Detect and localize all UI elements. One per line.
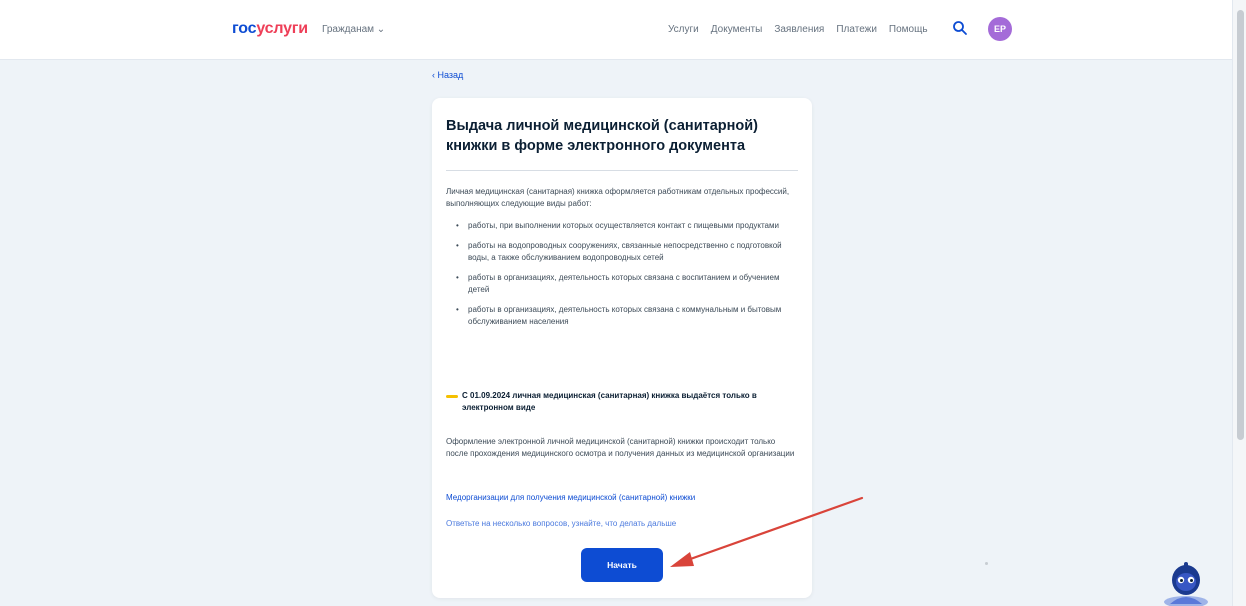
- list-item: работы, при выполнении которых осуществл…: [456, 220, 792, 232]
- main-nav: Услуги Документы Заявления Платежи Помощ…: [668, 24, 928, 35]
- nav-item-applications[interactable]: Заявления: [774, 24, 824, 35]
- info-paragraph: Оформление электронной личной медицинско…: [446, 437, 795, 458]
- intro-text: Личная медицинская (санитарная) книжка о…: [446, 187, 790, 208]
- top-header: госуслуги Гражданам ⌄ Услуги Документы З…: [0, 0, 1232, 60]
- page-scrollbar[interactable]: [1232, 0, 1246, 606]
- page-title: Выдача личной медицинской (санитарной) к…: [446, 118, 758, 154]
- scrollbar-thumb[interactable]: [1237, 10, 1244, 440]
- nav-item-help[interactable]: Помощь: [889, 24, 928, 35]
- annotation-arrow: [670, 496, 864, 567]
- list-item: работы в организациях, деятельность кото…: [456, 272, 792, 296]
- logo-part-gos: гос: [232, 20, 257, 37]
- nav-item-documents[interactable]: Документы: [711, 24, 763, 35]
- logo-part-uslugi: услуги: [256, 20, 308, 37]
- robot-assistant-icon[interactable]: [1160, 560, 1212, 606]
- role-selector[interactable]: Гражданам ⌄: [322, 24, 385, 35]
- search-icon[interactable]: [952, 20, 968, 36]
- start-button[interactable]: Начать: [581, 548, 663, 582]
- list-item: работы в организациях, деятельность кото…: [456, 304, 792, 328]
- notice-text: С 01.09.2024 личная медицинская (санитар…: [462, 391, 757, 412]
- list-item: работы на водопроводных сооружениях, свя…: [456, 240, 792, 264]
- decorative-dot: [985, 562, 988, 565]
- back-link[interactable]: ‹ Назад: [432, 70, 463, 80]
- work-types-list: работы, при выполнении которых осуществл…: [456, 220, 792, 336]
- nav-item-payments[interactable]: Платежи: [836, 24, 877, 35]
- nav-item-services[interactable]: Услуги: [668, 24, 699, 35]
- user-avatar[interactable]: ЕР: [988, 17, 1012, 41]
- title-divider: [446, 170, 798, 171]
- gosuslugi-logo[interactable]: госуслуги: [232, 20, 308, 38]
